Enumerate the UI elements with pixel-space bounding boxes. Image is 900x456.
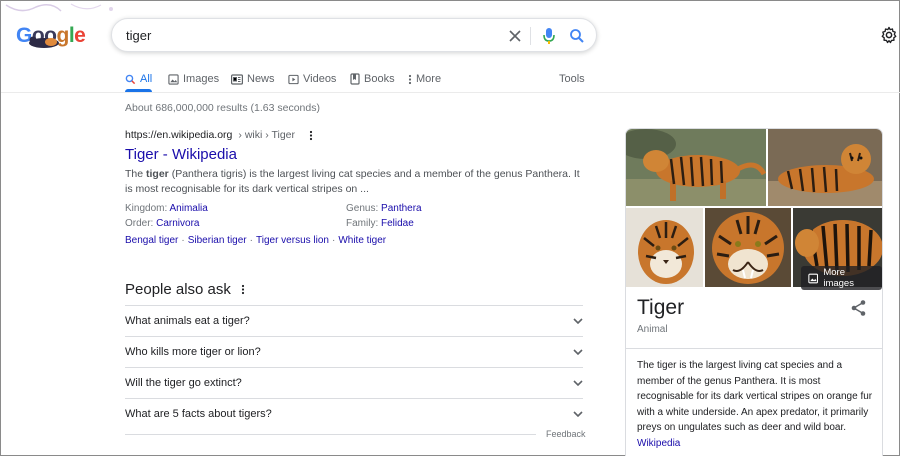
close-icon: [509, 30, 521, 42]
sitelink[interactable]: Siberian tiger: [188, 235, 247, 246]
voice-search-button[interactable]: [539, 26, 559, 46]
paa-question[interactable]: Who kills more tiger or lion?: [125, 336, 583, 367]
mic-icon: [543, 28, 555, 44]
google-logo[interactable]: Google: [13, 21, 86, 53]
result-title-link[interactable]: Tiger - Wikipedia: [125, 146, 237, 163]
kp-title: Tiger: [637, 296, 685, 319]
search-divider: [530, 27, 531, 45]
tab-label: Tools: [559, 73, 585, 85]
tools-button[interactable]: Tools: [559, 71, 585, 87]
result-path: › wiki › Tiger: [238, 129, 295, 141]
result-snippet: The tiger (Panthera tigris) is the large…: [125, 168, 580, 195]
more-images-label: More images: [823, 267, 854, 289]
paa-heading: People also ask: [125, 281, 245, 298]
tiger-image[interactable]: [705, 208, 791, 287]
tab-label: All: [140, 73, 153, 85]
tab-news[interactable]: News: [231, 71, 275, 87]
question-text: What animals eat a tiger?: [125, 315, 250, 327]
fact-genus: Genus: Panthera: [346, 203, 422, 214]
sitelink[interactable]: White tiger: [338, 235, 386, 246]
result-stats: About 686,000,000 results (1.63 seconds): [125, 102, 320, 114]
tab-all[interactable]: All: [125, 71, 152, 87]
fact-order: Order: Carnivora: [125, 218, 200, 229]
paa-question[interactable]: Will the tiger go extinct?: [125, 367, 583, 398]
more-options-icon[interactable]: [309, 130, 313, 141]
share-icon[interactable]: [850, 299, 868, 317]
fact-family: Family: Felidae: [346, 218, 414, 229]
fact-link[interactable]: Panthera: [381, 203, 422, 214]
chevron-down-icon: [573, 318, 583, 324]
video-icon: [288, 74, 299, 84]
tiger-image[interactable]: [626, 129, 766, 206]
kp-source-link[interactable]: Wikipedia: [637, 438, 680, 449]
tab-label: News: [247, 73, 275, 85]
book-icon: [350, 73, 360, 85]
search-icon: [125, 74, 136, 84]
fact-link[interactable]: Animalia: [169, 203, 207, 214]
tab-books[interactable]: Books: [350, 71, 395, 87]
paa-list: What animals eat a tiger? Who kills more…: [125, 305, 583, 429]
clear-button[interactable]: [505, 26, 525, 46]
result-cite[interactable]: https://en.wikipedia.org › wiki › Tiger: [125, 129, 313, 141]
chevron-down-icon: [573, 349, 583, 355]
feedback-divider: [125, 434, 536, 435]
tab-images[interactable]: Images: [168, 71, 219, 87]
tab-more[interactable]: More: [408, 71, 441, 87]
result-url: https://en.wikipedia.org: [125, 129, 233, 141]
tab-label: Videos: [303, 73, 337, 85]
tab-label: Books: [364, 73, 395, 85]
fact-link[interactable]: Felidae: [381, 218, 414, 229]
kp-divider: [626, 348, 882, 349]
image-icon: [808, 273, 818, 283]
tab-label: More: [416, 73, 442, 85]
more-images-button[interactable]: More images: [801, 266, 882, 290]
question-text: Will the tiger go extinct?: [125, 377, 242, 389]
chevron-down-icon: [573, 380, 583, 386]
news-icon: [231, 73, 243, 85]
chevron-down-icon: [573, 411, 583, 417]
sitelink[interactable]: Tiger versus lion: [256, 235, 329, 246]
doodle-cat-icon: [29, 36, 59, 48]
header-divider: [1, 92, 900, 93]
paa-question[interactable]: What animals eat a tiger?: [125, 305, 583, 336]
question-text: Who kills more tiger or lion?: [125, 346, 261, 358]
search-button[interactable]: [567, 26, 587, 46]
fact-link[interactable]: Carnivora: [156, 218, 199, 229]
tiger-image[interactable]: [768, 129, 882, 206]
tiger-image[interactable]: [626, 208, 703, 287]
kp-subtitle: Animal: [637, 324, 668, 335]
more-options-icon[interactable]: [241, 284, 245, 295]
search-icon: [570, 29, 584, 43]
question-text: What are 5 facts about tigers?: [125, 408, 272, 420]
doodle-decoration: [5, 3, 113, 12]
feedback-link[interactable]: Feedback: [546, 429, 586, 439]
sitelink[interactable]: Bengal tiger: [125, 235, 178, 246]
kp-description: The tiger is the largest living cat spec…: [637, 360, 873, 449]
paa-question[interactable]: What are 5 facts about tigers?: [125, 398, 583, 429]
paa-title: People also ask: [125, 281, 231, 298]
more-vert-icon: [408, 74, 412, 84]
search-input[interactable]: tiger: [126, 28, 151, 43]
image-icon: [168, 73, 179, 85]
sitelinks: Bengal tiger · Siberian tiger · Tiger versus…: [125, 235, 387, 246]
fact-kingdom: Kingdom: Animalia: [125, 203, 208, 214]
search-box[interactable]: tiger: [111, 18, 597, 52]
settings-gear-icon[interactable]: [880, 26, 898, 44]
tab-label: Images: [183, 73, 220, 85]
tab-videos[interactable]: Videos: [288, 71, 336, 87]
knowledge-panel: More images Tiger Animal The tiger is th…: [625, 128, 883, 456]
